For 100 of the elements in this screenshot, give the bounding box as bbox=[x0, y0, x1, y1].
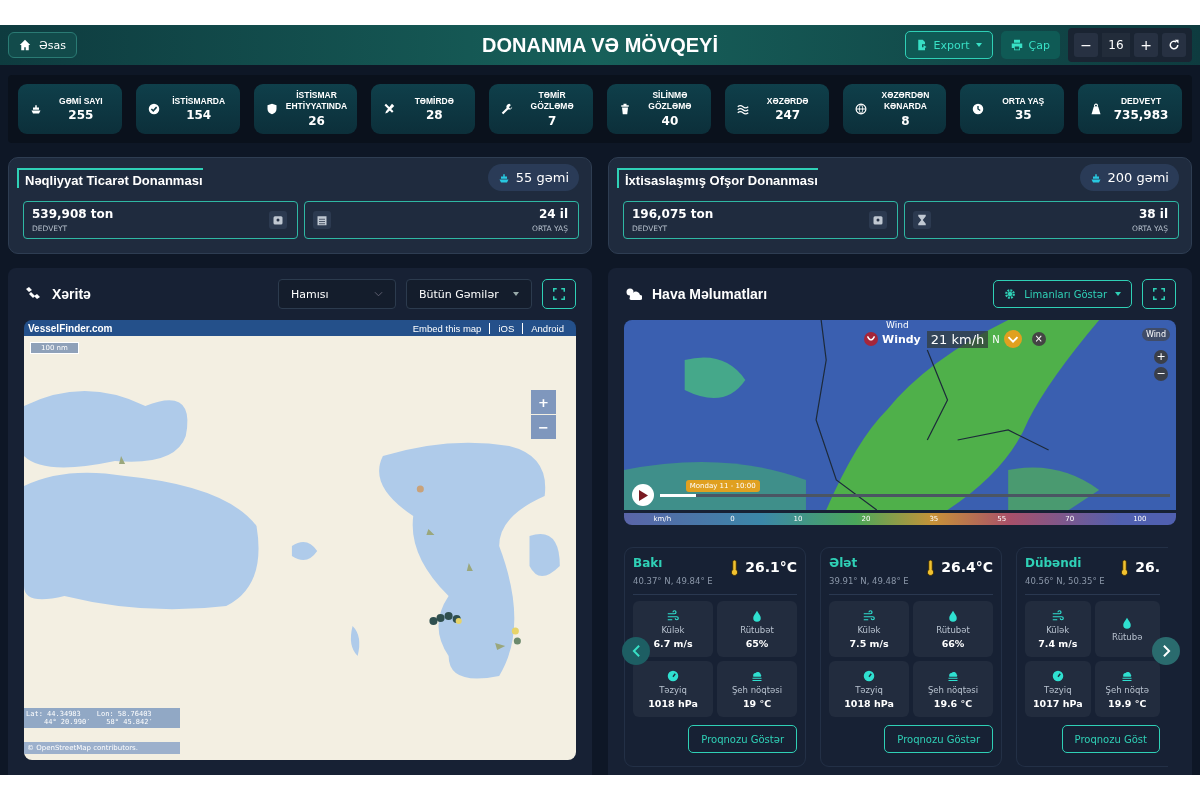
trash-icon bbox=[619, 103, 631, 115]
dew-icon bbox=[751, 669, 763, 682]
fleet-title: İxtisaslaşmış Ofşor Donanması bbox=[617, 167, 818, 188]
show-ports-button[interactable]: Limanları Göstər bbox=[993, 280, 1132, 308]
ship-type-select[interactable]: Bütün Gəmilər bbox=[406, 279, 532, 309]
status-select[interactable]: Hamısı bbox=[278, 279, 396, 309]
map-link[interactable]: Android bbox=[522, 322, 572, 334]
layer-toggle[interactable]: Wind bbox=[1141, 328, 1170, 341]
station-name: Ələt bbox=[829, 556, 859, 570]
dew-icon bbox=[1121, 669, 1134, 682]
weight-icon bbox=[1090, 103, 1103, 115]
wind-icon bbox=[667, 609, 679, 622]
stat-value: 735,983 bbox=[1113, 108, 1169, 123]
zoom-out-button[interactable]: − bbox=[1074, 33, 1098, 57]
panel-title: Xəritə bbox=[52, 286, 91, 302]
map-brand: VesselFinder.com bbox=[28, 322, 113, 334]
wrench-icon bbox=[501, 103, 514, 115]
zoom-value: 16 bbox=[1102, 33, 1130, 57]
hourglass-icon bbox=[916, 214, 928, 226]
metric-label: Təzyiq bbox=[659, 684, 687, 695]
print-button[interactable]: Çap bbox=[1000, 31, 1060, 59]
metric-value: 19 °C bbox=[742, 697, 772, 709]
metric-value: 6.7 m/s bbox=[653, 637, 693, 649]
pressure-icon bbox=[863, 669, 875, 682]
stat-value: 255 bbox=[68, 108, 94, 123]
tonnage-value: 196,075 ton bbox=[632, 207, 715, 221]
refresh-button[interactable] bbox=[1162, 33, 1186, 57]
sun-cloud-icon bbox=[624, 286, 642, 302]
metric-label: Külək bbox=[661, 624, 685, 635]
clock-icon bbox=[972, 103, 985, 115]
water-icon bbox=[736, 103, 749, 115]
station-name: Dübəndi bbox=[1025, 556, 1083, 570]
panel-title: Hava Məlumatları bbox=[652, 286, 768, 302]
humidity-icon bbox=[751, 609, 763, 622]
age-value: 38 il bbox=[1138, 207, 1168, 221]
stat-value: 28 bbox=[425, 108, 443, 123]
fullscreen-button[interactable] bbox=[1142, 279, 1176, 309]
pressure-icon bbox=[1051, 669, 1064, 682]
station-coordinates: 39.91° N, 49.48° E bbox=[829, 576, 910, 586]
humidity-icon bbox=[1121, 616, 1134, 629]
calendar-icon bbox=[316, 214, 328, 226]
metric-label: Şeh nöqtəsi bbox=[731, 684, 783, 695]
station-coordinates: 40.37° N, 49.84° E bbox=[633, 576, 714, 586]
play-icon bbox=[638, 489, 648, 501]
humidity-icon bbox=[947, 609, 959, 622]
zoom-in-button[interactable]: + bbox=[1134, 33, 1158, 57]
station-name: Bakı bbox=[633, 556, 664, 570]
expand-icon bbox=[1153, 288, 1165, 300]
windy-logo: Windy bbox=[864, 332, 921, 346]
temperature: 26.4°C bbox=[941, 559, 993, 575]
stat-label: TƏMİRDƏ bbox=[414, 95, 454, 107]
stat-value: 8 bbox=[901, 113, 910, 128]
metric-value: 19.9 °C bbox=[1108, 697, 1147, 709]
metric-label: Rütubə bbox=[1112, 631, 1143, 642]
fullscreen-button[interactable] bbox=[542, 279, 576, 309]
metric-value: 7.5 m/s bbox=[849, 637, 889, 649]
pressure-icon bbox=[667, 669, 679, 682]
chevron-left-icon bbox=[631, 644, 641, 658]
previous-button[interactable] bbox=[622, 637, 650, 665]
metric-label: Külək bbox=[857, 624, 881, 635]
stat-label: İSTİSMARDA bbox=[172, 95, 226, 107]
caret-icon bbox=[1115, 292, 1121, 296]
stat-value: 26 bbox=[308, 113, 325, 128]
metric-value: 1017 hPa bbox=[1032, 697, 1083, 709]
chevron-right-icon bbox=[1161, 644, 1171, 658]
export-button[interactable]: Export bbox=[904, 31, 993, 59]
temperature: 26. bbox=[1135, 559, 1160, 575]
ship-icon bbox=[497, 171, 510, 184]
metric-label: Təzyiq bbox=[1043, 684, 1072, 695]
caret-icon bbox=[975, 43, 982, 47]
metric-value: 1018 hPa bbox=[844, 697, 894, 709]
stat-label: GƏMİ SAYI bbox=[59, 95, 103, 107]
ship-count-badge: 200 gəmi bbox=[1079, 164, 1179, 191]
wind-icon bbox=[1051, 609, 1064, 622]
home-button[interactable]: Əsas bbox=[8, 32, 77, 58]
station-coordinates: 40.56° N, 50.35° E bbox=[1025, 576, 1106, 586]
globe-icon bbox=[854, 103, 867, 115]
next-button[interactable] bbox=[1152, 637, 1180, 665]
map-link[interactable]: Embed this map bbox=[404, 322, 490, 334]
fleet-title: Nəqliyyat Ticarət Donanması bbox=[17, 167, 203, 188]
thermometer-icon bbox=[926, 560, 936, 576]
stat-label: ORTA YAŞ bbox=[1002, 95, 1045, 107]
ship-icon bbox=[1089, 171, 1102, 184]
forecast-button[interactable]: Proqnozu Göstər bbox=[884, 725, 993, 753]
dropdown-icon bbox=[1003, 330, 1022, 348]
forecast-button[interactable]: Proqnozu Göst bbox=[1061, 725, 1160, 753]
stat-value: 247 bbox=[775, 108, 801, 123]
forecast-button[interactable]: Proqnozu Göstər bbox=[688, 725, 797, 753]
stat-label: XƏZƏRDƏN KƏNARDA bbox=[880, 90, 931, 112]
stat-value: 35 bbox=[1014, 108, 1032, 123]
map-link[interactable]: iOS bbox=[489, 322, 523, 334]
stat-label: DEDVEYT bbox=[1121, 95, 1162, 107]
chevron-down-icon bbox=[374, 291, 383, 297]
wind-direction: N bbox=[992, 333, 1000, 345]
metric-value: 1018 hPa bbox=[648, 697, 698, 709]
metric-value: 7.4 m/s bbox=[1038, 637, 1078, 649]
metric-label: Rütubət bbox=[740, 624, 774, 635]
age-value: 24 il bbox=[538, 207, 568, 221]
metric-label: Təzyiq bbox=[855, 684, 883, 695]
settings-icon bbox=[1004, 288, 1017, 300]
